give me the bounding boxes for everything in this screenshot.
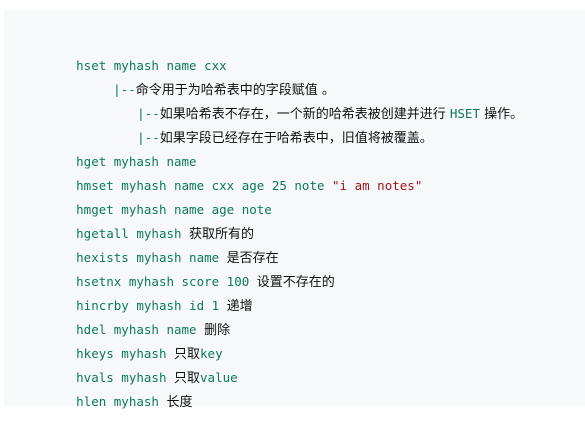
code-text: HSET — [449, 106, 480, 121]
code-line: hsetnx myhash score 100 设置不存在的 — [31, 246, 335, 290]
comment-text: 设置不存在的 — [256, 275, 335, 290]
code-line: hmset myhash name cxx age 25 note "i am … — [31, 150, 422, 193]
code-text: hlen myhash — [76, 394, 167, 409]
code-line: |--命令用于为哈希表中的字段赋值 。 — [68, 54, 335, 98]
comment-text: 操作。 — [479, 107, 524, 122]
comment-text: 递增 — [226, 299, 253, 314]
code-line: hexists myhash name 是否存在 — [31, 222, 279, 266]
code-line: |--如果字段已经存在于哈希表中，旧值将被覆盖。 — [92, 102, 433, 146]
string-literal: "i am notes" — [332, 178, 423, 193]
code-line: hgetall myhash 获取所有的 — [31, 198, 254, 242]
code-line: hset myhash name cxx — [31, 30, 227, 73]
code-block: hset myhash name cxx |--命令用于为哈希表中的字段赋值 。… — [4, 10, 585, 410]
code-line: hkeys myhash 只取key — [31, 318, 222, 362]
comment-text: 长度 — [166, 395, 193, 410]
code-line: hmget myhash name age note — [31, 174, 272, 217]
code-text: value — [200, 370, 238, 385]
code-line: |--如果哈希表不存在，一个新的哈希表被创建并进行 HSET 操作。 — [92, 78, 523, 122]
code-line: hget myhash name — [31, 126, 196, 169]
page: hset myhash name cxx |--命令用于为哈希表中的字段赋值 。… — [0, 0, 585, 412]
code-line: hlen myhash 长度 — [31, 366, 192, 410]
code-line: hvals myhash 只取value — [31, 342, 238, 386]
code-line: hdel myhash name 删除 — [31, 294, 230, 338]
comment-text: 如果字段已经存在于哈希表中，旧值将被覆盖。 — [159, 131, 433, 146]
code-line: hincrby myhash id 1 递增 — [31, 270, 253, 314]
